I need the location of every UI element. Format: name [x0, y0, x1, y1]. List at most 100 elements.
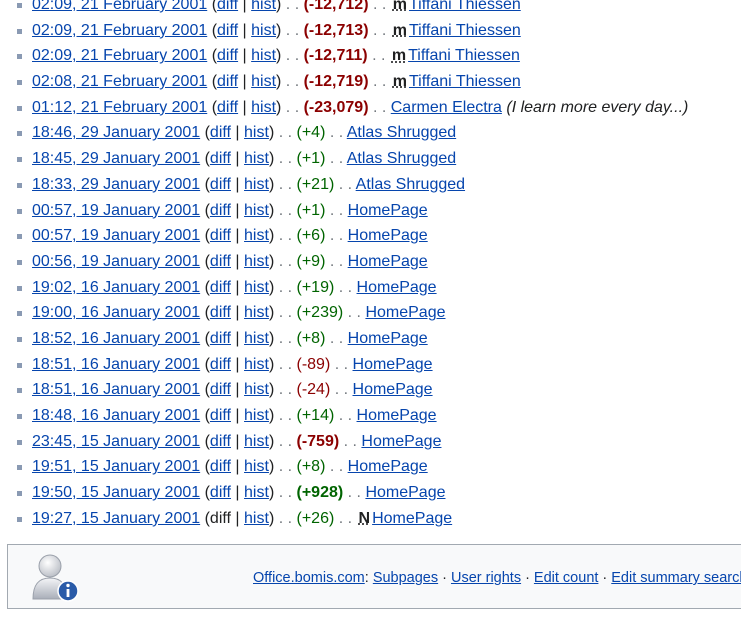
diff-link[interactable]: diff — [210, 202, 231, 219]
timestamp-link[interactable]: 18:45, 29 January 2001 — [32, 150, 200, 167]
hist-link[interactable]: hist — [244, 510, 269, 527]
hist-link[interactable]: hist — [244, 407, 269, 424]
hist-link[interactable]: hist — [251, 22, 276, 39]
contribution-row: 19:27, 15 January 2001 (diff | hist) . .… — [0, 506, 741, 532]
page-link[interactable]: HomePage — [348, 253, 428, 270]
page-link[interactable]: Carmen Electra — [391, 99, 502, 116]
diff-link[interactable]: diff — [217, 0, 238, 13]
page-link[interactable]: HomePage — [357, 279, 437, 296]
hist-link[interactable]: hist — [251, 47, 276, 64]
timestamp-link[interactable]: 19:50, 15 January 2001 — [32, 484, 200, 501]
edit-count-link[interactable]: Edit count — [534, 570, 599, 586]
hist-link[interactable]: hist — [251, 0, 276, 13]
page-link[interactable]: Tiffani Thiessen — [409, 73, 521, 90]
page-link[interactable]: HomePage — [365, 484, 445, 501]
timestamp-link[interactable]: 02:08, 21 February 2001 — [32, 73, 207, 90]
timestamp-link[interactable]: 18:51, 16 January 2001 — [32, 381, 200, 398]
diff-link[interactable]: diff — [217, 99, 238, 116]
diff-link[interactable]: diff — [210, 407, 231, 424]
timestamp-link[interactable]: 18:46, 29 January 2001 — [32, 124, 200, 141]
page-link[interactable]: HomePage — [348, 227, 428, 244]
hist-link[interactable]: hist — [251, 99, 276, 116]
diff-link[interactable]: diff — [210, 458, 231, 475]
hist-link[interactable]: hist — [244, 253, 269, 270]
size-change: (+928) — [296, 484, 344, 502]
hist-link[interactable]: hist — [244, 330, 269, 347]
diff-link[interactable]: diff — [210, 356, 231, 373]
timestamp-link[interactable]: 19:27, 15 January 2001 — [32, 510, 200, 527]
timestamp-link[interactable]: 23:45, 15 January 2001 — [32, 433, 200, 450]
diff-link[interactable]: diff — [210, 279, 231, 296]
hist-link[interactable]: hist — [244, 458, 269, 475]
page-link[interactable]: Tiffani Thiessen — [408, 47, 520, 64]
hist-link[interactable]: hist — [244, 433, 269, 450]
timestamp-link[interactable]: 02:09, 21 February 2001 — [32, 47, 207, 64]
subpages-link[interactable]: Subpages — [373, 570, 438, 586]
page-link[interactable]: Atlas Shrugged — [356, 176, 465, 193]
dots-separator: . . — [325, 124, 347, 142]
hist-link[interactable]: hist — [244, 381, 269, 398]
size-change: (-89) — [296, 355, 331, 373]
page-link[interactable]: Tiffani Thiessen — [409, 22, 521, 39]
diff-link[interactable]: diff — [210, 381, 231, 398]
page-link[interactable]: HomePage — [348, 330, 428, 347]
page-link[interactable]: Tiffani Thiessen — [409, 0, 521, 13]
edit-summary-search-link[interactable]: Edit summary search — [611, 570, 741, 586]
page-link[interactable]: HomePage — [372, 510, 452, 527]
timestamp-link[interactable]: 19:02, 16 January 2001 — [32, 279, 200, 296]
diff-link[interactable]: diff — [217, 73, 238, 90]
timestamp-link[interactable]: 00:56, 19 January 2001 — [32, 253, 200, 270]
timestamp-link[interactable]: 02:09, 21 February 2001 — [32, 0, 207, 13]
hist-link[interactable]: hist — [244, 279, 269, 296]
link-separator: | — [238, 21, 252, 39]
page-link[interactable]: HomePage — [365, 304, 445, 321]
list-bullet — [17, 311, 22, 317]
link-separator: | — [230, 484, 245, 502]
page-link[interactable]: HomePage — [357, 407, 437, 424]
page-link[interactable]: HomePage — [353, 356, 433, 373]
diff-link[interactable]: diff — [217, 22, 238, 39]
hist-link[interactable]: hist — [244, 356, 269, 373]
dots-separator: . . — [274, 509, 297, 527]
user-rights-link[interactable]: User rights — [451, 570, 521, 586]
diff-link[interactable]: diff — [210, 253, 231, 270]
timestamp-link[interactable]: 02:09, 21 February 2001 — [32, 22, 207, 39]
size-change: (-12,712) — [303, 0, 369, 13]
timestamp-link[interactable]: 18:48, 16 January 2001 — [32, 407, 200, 424]
page-link[interactable]: HomePage — [353, 381, 433, 398]
page-link[interactable]: HomePage — [348, 458, 428, 475]
hist-link[interactable]: hist — [244, 304, 269, 321]
hist-link[interactable]: hist — [244, 124, 269, 141]
page-link[interactable]: Atlas Shrugged — [347, 150, 456, 167]
timestamp-link[interactable]: 00:57, 19 January 2001 — [32, 202, 200, 219]
timestamp-link[interactable]: 01:12, 21 February 2001 — [32, 99, 207, 116]
diff-link[interactable]: diff — [210, 150, 231, 167]
hist-link[interactable]: hist — [244, 176, 269, 193]
dots-separator: . . — [330, 355, 353, 373]
diff-link[interactable]: diff — [210, 330, 231, 347]
hist-link[interactable]: hist — [244, 227, 269, 244]
timestamp-link[interactable]: 18:33, 29 January 2001 — [32, 176, 200, 193]
timestamp-link[interactable]: 18:51, 16 January 2001 — [32, 356, 200, 373]
hist-link[interactable]: hist — [244, 202, 269, 219]
hist-link[interactable]: hist — [244, 150, 269, 167]
page-link[interactable]: Atlas Shrugged — [347, 124, 456, 141]
page-link[interactable]: HomePage — [348, 202, 428, 219]
diff-link[interactable]: diff — [210, 176, 231, 193]
timestamp-link[interactable]: 00:57, 19 January 2001 — [32, 227, 200, 244]
hist-link[interactable]: hist — [244, 484, 269, 501]
timestamp-link[interactable]: 18:52, 16 January 2001 — [32, 330, 200, 347]
user-page-link[interactable]: Office.bomis.com — [253, 570, 365, 586]
diff-link[interactable]: diff — [210, 227, 231, 244]
list-bullet — [17, 28, 22, 34]
diff-link[interactable]: diff — [217, 47, 238, 64]
diff-link[interactable]: diff — [210, 304, 231, 321]
hist-link[interactable]: hist — [251, 73, 276, 90]
contribution-row: 19:50, 15 January 2001 (diff | hist) . .… — [0, 480, 741, 506]
timestamp-link[interactable]: 19:51, 15 January 2001 — [32, 458, 200, 475]
page-link[interactable]: HomePage — [361, 433, 441, 450]
diff-link[interactable]: diff — [210, 124, 231, 141]
diff-link[interactable]: diff — [210, 484, 231, 501]
diff-link[interactable]: diff — [210, 433, 231, 450]
timestamp-link[interactable]: 19:00, 16 January 2001 — [32, 304, 200, 321]
